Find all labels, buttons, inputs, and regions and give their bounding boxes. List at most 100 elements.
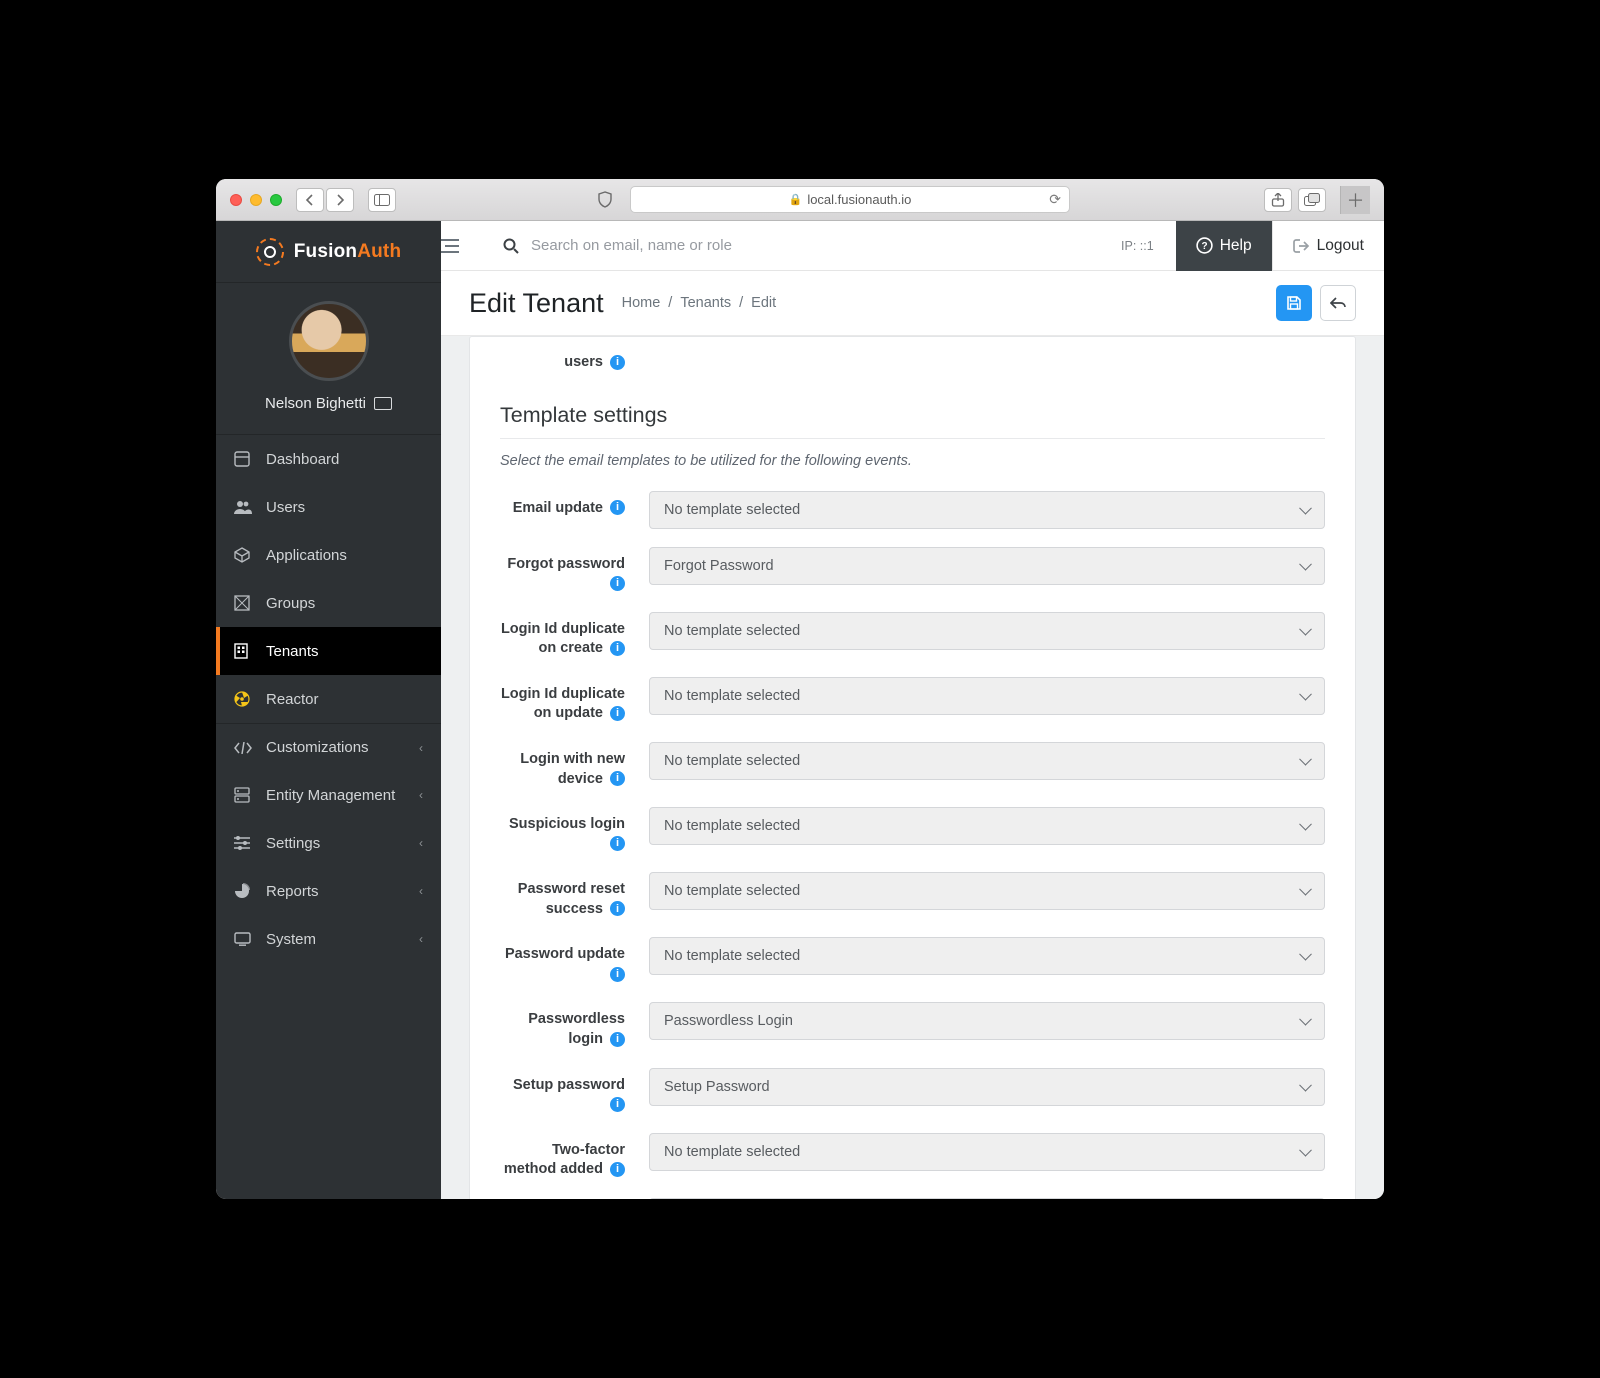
user-profile: Nelson Bighetti: [216, 283, 441, 435]
sidebar-item-system[interactable]: System ‹: [216, 915, 441, 963]
save-button[interactable]: [1276, 285, 1312, 321]
maximize-window-button[interactable]: [270, 194, 282, 206]
form-label-text: Email update: [513, 500, 603, 516]
sidebar-item-label: Customizations: [266, 739, 369, 756]
browser-back-button[interactable]: [296, 188, 324, 212]
info-icon[interactable]: i: [610, 355, 625, 370]
form-row-password-reset-success: Password reset success iNo template sele…: [500, 872, 1325, 919]
breadcrumb-current: Edit: [751, 295, 776, 311]
template-select-two-factor-method-added[interactable]: No template selected: [649, 1133, 1325, 1171]
info-icon[interactable]: i: [610, 576, 625, 591]
breadcrumb-tenants[interactable]: Tenants: [680, 295, 731, 311]
share-button[interactable]: [1264, 188, 1292, 212]
template-select-passwordless-login[interactable]: Passwordless Login: [649, 1002, 1325, 1040]
sidebar-item-reactor[interactable]: Reactor: [216, 675, 441, 723]
new-tab-button[interactable]: ＋: [1340, 186, 1370, 214]
sidebar-item-tenants[interactable]: Tenants: [216, 627, 441, 675]
groups-icon: [234, 595, 252, 611]
logout-icon: [1293, 238, 1310, 254]
info-icon[interactable]: i: [610, 1162, 625, 1177]
info-icon[interactable]: i: [610, 1032, 625, 1047]
brand-name: FusionAuth: [294, 241, 402, 263]
help-icon: ?: [1196, 237, 1213, 254]
refresh-icon[interactable]: ⟳: [1049, 191, 1061, 208]
avatar[interactable]: [289, 301, 369, 381]
help-button[interactable]: ? Help: [1176, 221, 1272, 271]
sidebar-item-reports[interactable]: Reports ‹: [216, 867, 441, 915]
sidebar: FusionAuth Nelson Bighetti Dashboard: [216, 221, 441, 1199]
template-select-two-factor-method-removed[interactable]: No template selected: [649, 1198, 1325, 1199]
info-icon[interactable]: i: [610, 641, 625, 656]
sidebar-item-dashboard[interactable]: Dashboard: [216, 435, 441, 483]
cube-icon: [234, 547, 252, 563]
sidebar-toggle-button[interactable]: [441, 239, 493, 253]
topbar: IP: ::1 ? Help Logout: [441, 221, 1384, 271]
template-select-suspicious-login[interactable]: No template selected: [649, 807, 1325, 845]
form-label-text: Password update: [505, 946, 625, 962]
settings-panel: users i Template settings Select the ema…: [469, 336, 1356, 1199]
template-select-forgot-password[interactable]: Forgot Password: [649, 547, 1325, 585]
info-icon[interactable]: i: [610, 836, 625, 851]
sidebar-item-label: System: [266, 931, 316, 948]
form-label-text: Login Id duplicate on update: [501, 686, 625, 722]
trailing-users-label: users i: [500, 345, 625, 373]
sidebar-item-groups[interactable]: Groups: [216, 579, 441, 627]
info-icon[interactable]: i: [610, 500, 625, 515]
chevron-left-icon: ‹: [419, 932, 423, 946]
ip-label: IP: ::1: [1121, 239, 1154, 253]
sidebar-item-entity-management[interactable]: Entity Management ‹: [216, 771, 441, 819]
lock-icon: 🔒: [789, 193, 803, 206]
info-icon[interactable]: i: [610, 967, 625, 982]
username-row[interactable]: Nelson Bighetti: [265, 395, 392, 412]
minimize-window-button[interactable]: [250, 194, 262, 206]
sidebar-item-settings[interactable]: Settings ‹: [216, 819, 441, 867]
back-button[interactable]: [1320, 285, 1356, 321]
browser-forward-button[interactable]: [326, 188, 354, 212]
template-select-login-with-new-device[interactable]: No template selected: [649, 742, 1325, 780]
chevron-left-icon: ‹: [419, 836, 423, 850]
chevron-left-icon: ‹: [419, 788, 423, 802]
tabs-overview-button[interactable]: [1298, 188, 1326, 212]
template-select-setup-password[interactable]: Setup Password: [649, 1068, 1325, 1106]
help-label: Help: [1220, 237, 1252, 255]
building-icon: [234, 643, 252, 659]
form-row-suspicious-login: Suspicious login iNo template selected: [500, 807, 1325, 854]
content-area[interactable]: users i Template settings Select the ema…: [441, 336, 1384, 1199]
logout-button[interactable]: Logout: [1272, 221, 1384, 271]
sidebar-item-applications[interactable]: Applications: [216, 531, 441, 579]
close-window-button[interactable]: [230, 194, 242, 206]
sliders-icon: [234, 836, 252, 850]
chevron-left-icon: ‹: [419, 741, 423, 755]
logout-label: Logout: [1317, 237, 1364, 255]
template-select-login-id-duplicate-on-create[interactable]: No template selected: [649, 612, 1325, 650]
info-icon[interactable]: i: [610, 706, 625, 721]
page-title: Edit Tenant: [469, 288, 604, 319]
sidebar-item-customizations[interactable]: Customizations ‹: [216, 723, 441, 771]
form-row-passwordless-login: Passwordless login iPasswordless Login: [500, 1002, 1325, 1049]
browser-sidebar-button[interactable]: [368, 188, 396, 212]
form-label: Two-factor method removed i: [500, 1198, 625, 1199]
code-icon: [234, 742, 252, 754]
template-select-email-update[interactable]: No template selected: [649, 491, 1325, 529]
sidebar-item-label: Entity Management: [266, 787, 395, 804]
form-row-two-factor-method-added: Two-factor method added iNo template sel…: [500, 1133, 1325, 1180]
info-icon[interactable]: i: [610, 1097, 625, 1112]
breadcrumb: Home / Tenants / Edit: [622, 295, 777, 311]
privacy-shield-button[interactable]: [590, 188, 620, 212]
template-select-login-id-duplicate-on-update[interactable]: No template selected: [649, 677, 1325, 715]
form-label-text: Setup password: [513, 1077, 625, 1093]
form-label-text: Login Id duplicate on create: [501, 621, 625, 657]
info-icon[interactable]: i: [610, 901, 625, 916]
brand-logo[interactable]: FusionAuth: [216, 221, 441, 283]
form-label: Setup password i: [500, 1068, 625, 1115]
template-select-password-reset-success[interactable]: No template selected: [649, 872, 1325, 910]
info-icon[interactable]: i: [610, 771, 625, 786]
select-value: No template selected: [664, 948, 800, 964]
form-label: Login with new device i: [500, 742, 625, 789]
browser-address-bar[interactable]: 🔒 local.fusionauth.io ⟳: [630, 186, 1070, 213]
search-input[interactable]: [531, 237, 831, 254]
breadcrumb-home[interactable]: Home: [622, 295, 661, 311]
template-select-password-update[interactable]: No template selected: [649, 937, 1325, 975]
sidebar-item-users[interactable]: Users: [216, 483, 441, 531]
form-row-password-update: Password update i No template selected: [500, 937, 1325, 984]
